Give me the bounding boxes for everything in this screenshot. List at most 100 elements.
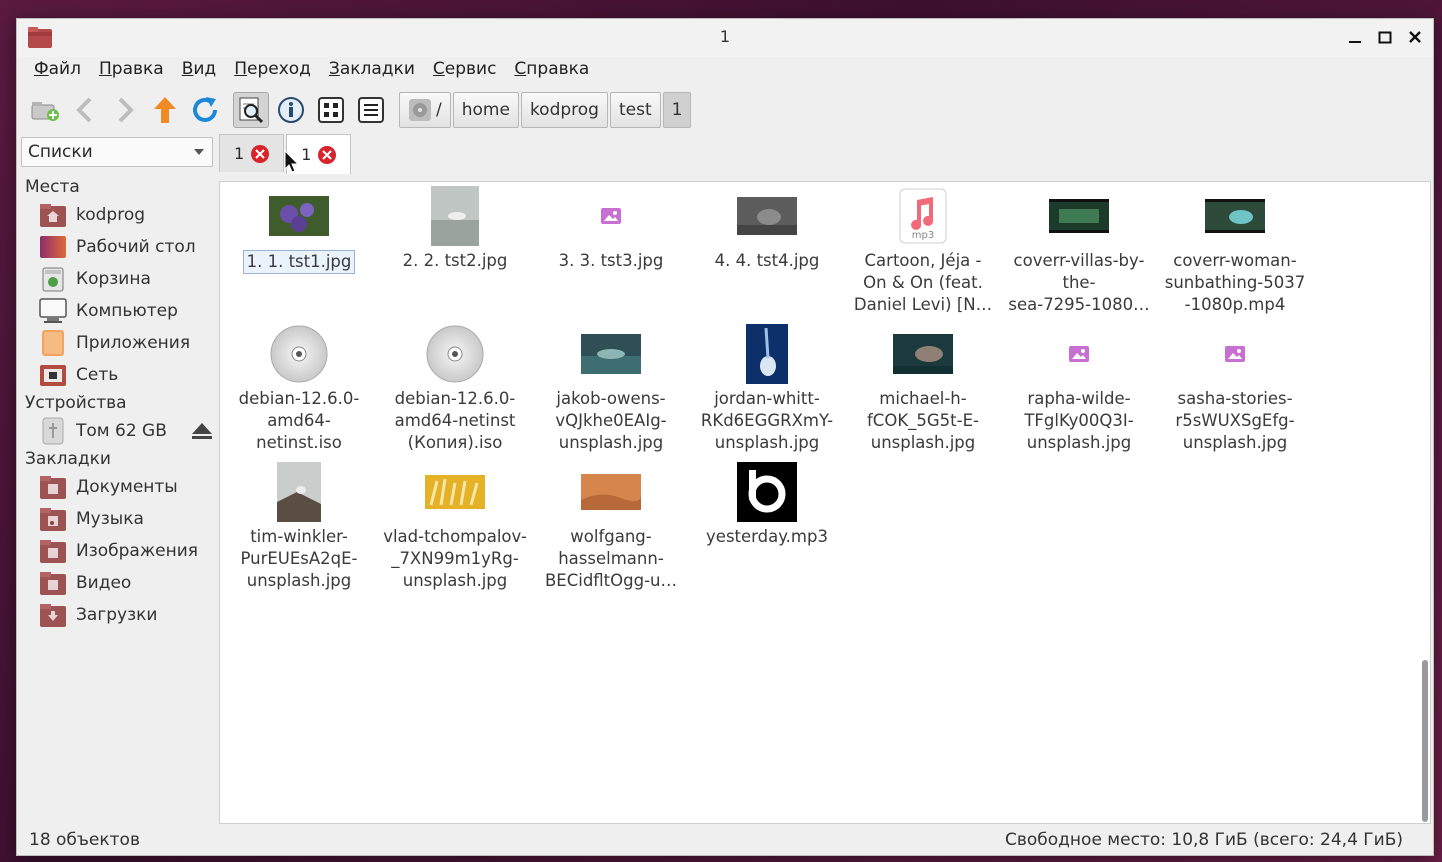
eject-icon[interactable]	[191, 421, 213, 446]
vertical-scrollbar[interactable]	[1422, 660, 1428, 822]
file-name-line: rapha-wilde-	[1027, 389, 1131, 408]
file-item[interactable]: coverr-woman- sunbathing-5037 -1080p.mp4	[1159, 184, 1311, 316]
sidebar-item-downloads[interactable]: Загрузки	[21, 599, 217, 631]
disc-image-icon	[270, 325, 328, 383]
usb-drive-icon	[39, 417, 67, 445]
tab-close-button[interactable]	[318, 145, 337, 164]
minimize-button[interactable]	[1345, 25, 1365, 49]
file-name-line: unsplash.jpg	[558, 433, 664, 452]
file-name: sasha-stories- r5sWUXSgEfg- unsplash.jpg	[1159, 388, 1311, 454]
menu-tools[interactable]: Сервис	[424, 57, 506, 85]
file-name-line: unsplash.jpg	[714, 433, 820, 452]
sidebar-item-label: kodprog	[76, 205, 146, 225]
breadcrumb-kodprog[interactable]: kodprog	[520, 92, 608, 128]
file-name: michael-h- fCOK_5G5t-E- unsplash.jpg	[847, 388, 999, 454]
videos-folder-icon	[39, 569, 67, 597]
close-button[interactable]	[1405, 25, 1425, 49]
file-item[interactable]: 2. 2. tst2.jpg	[379, 184, 531, 272]
image-thumbnail	[746, 324, 788, 384]
file-name-line: BECidfltOgg-u…	[544, 571, 678, 590]
file-item[interactable]: michael-h- fCOK_5G5t-E- unsplash.jpg	[847, 322, 999, 454]
file-item[interactable]: yesterday.mp3	[691, 460, 843, 548]
file-name-line: PurEUEsA2qE-	[240, 549, 358, 568]
maximize-button[interactable]	[1375, 25, 1395, 49]
pictures-folder-icon	[39, 537, 67, 565]
file-item[interactable]: jakob-owens- vQJkhe0EAIg- unsplash.jpg	[535, 322, 687, 454]
reload-button[interactable]	[187, 92, 223, 128]
grid-view-icon	[318, 97, 344, 123]
sidebar-item-documents[interactable]: Документы	[21, 471, 217, 503]
file-manager-window: 1 Файл Правка Вид Переход Закладки Серви…	[16, 18, 1434, 856]
sidebar-item-kodprog[interactable]: kodprog	[21, 199, 217, 231]
menu-edit[interactable]: Правка	[90, 57, 173, 85]
up-button[interactable]	[147, 92, 183, 128]
file-item[interactable]: vlad-tchompalov- _7XN99m1yRg- unsplash.j…	[379, 460, 531, 592]
documents-folder-icon	[39, 473, 67, 501]
menu-go[interactable]: Переход	[225, 57, 320, 85]
menu-bookmarks[interactable]: Закладки	[320, 57, 424, 85]
maximize-icon	[1378, 31, 1392, 44]
file-item[interactable]: rapha-wilde- TFglKy00Q3I- unsplash.jpg	[1003, 322, 1155, 454]
menu-file[interactable]: Файл	[25, 57, 90, 85]
file-item[interactable]: debian-12.6.0- amd64- netinst.iso	[223, 322, 375, 454]
file-item[interactable]: mp3 Cartoon, Jéja - On & On (feat. Danie…	[847, 184, 999, 316]
file-name-line: _7XN99m1yRg-	[391, 549, 519, 568]
breadcrumb-home[interactable]: home	[452, 92, 519, 128]
file-item[interactable]: sasha-stories- r5sWUXSgEfg- unsplash.jpg	[1159, 322, 1311, 454]
video-thumbnail	[1205, 199, 1265, 233]
file-item[interactable]: 4. 4. tst4.jpg	[691, 184, 843, 272]
toolbar: / home kodprog test 1	[17, 89, 1433, 131]
bookmarks-header: Закладки	[25, 449, 111, 469]
sidebar-item-computer[interactable]: Компьютер	[21, 295, 217, 327]
window-title: 1	[719, 27, 731, 46]
file-name: jakob-owens- vQJkhe0EAIg- unsplash.jpg	[535, 388, 687, 454]
menu-view[interactable]: Вид	[173, 57, 225, 85]
breadcrumb-test[interactable]: test	[609, 92, 661, 128]
icon-view-button[interactable]	[313, 92, 349, 128]
sidebar-item-trash[interactable]: Корзина	[21, 263, 217, 295]
sidebar-item-network[interactable]: Сеть	[21, 359, 217, 391]
file-name: wolfgang- hasselmann- BECidfltOgg-u…	[535, 526, 687, 592]
sidebar-item-pictures[interactable]: Изображения	[21, 535, 217, 567]
image-thumbnail	[425, 475, 485, 509]
file-item[interactable]: 3. 3. tst3.jpg	[535, 184, 687, 272]
file-name-line: the-	[1062, 273, 1096, 292]
info-view-button[interactable]	[273, 92, 309, 128]
mp3-badge: mp3	[912, 230, 934, 241]
forward-button[interactable]	[107, 92, 143, 128]
file-item[interactable]: tim-winkler- PurEUEsA2qE- unsplash.jpg	[223, 460, 375, 592]
file-item[interactable]: jordan-whitt- RKd6EGGRXmY- unsplash.jpg	[691, 322, 843, 454]
search-button[interactable]	[233, 92, 269, 128]
file-name-line: fCOK_5G5t-E-	[867, 411, 979, 430]
file-name-line: unsplash.jpg	[1182, 433, 1288, 452]
file-view[interactable]: 1. 1. tst1.jpg 2. 2. tst2.jpg 3. 3. tst3…	[219, 181, 1431, 824]
file-item[interactable]: wolfgang- hasselmann- BECidfltOgg-u…	[535, 460, 687, 592]
file-item[interactable]: 1. 1. tst1.jpg	[223, 184, 375, 274]
tab-label: 1	[301, 145, 312, 164]
sidebar-item-volume[interactable]: Том 62 GB	[21, 415, 217, 447]
disc-image-icon	[426, 325, 484, 383]
menu-help[interactable]: Справка	[505, 57, 598, 85]
file-name-line: sunbathing-5037	[1164, 273, 1306, 292]
sidebar-item-videos[interactable]: Видео	[21, 567, 217, 599]
sidebar-item-applications[interactable]: Приложения	[21, 327, 217, 359]
file-name: Cartoon, Jéja - On & On (feat. Daniel Le…	[847, 250, 999, 316]
list-view-icon	[358, 97, 384, 123]
breadcrumb-current[interactable]: 1	[662, 92, 692, 128]
tab-1[interactable]: 1	[219, 134, 285, 172]
sidebar-item-desktop[interactable]: Рабочий стол	[21, 231, 217, 263]
breadcrumb-root-label: /	[436, 100, 442, 120]
list-view-button[interactable]	[353, 92, 389, 128]
file-item[interactable]: debian-12.6.0- amd64-netinst (Копия).iso	[379, 322, 531, 454]
file-name: rapha-wilde- TFglKy00Q3I- unsplash.jpg	[1003, 388, 1155, 454]
sidebar-item-label: Компьютер	[76, 301, 178, 321]
sidebar-item-label: Том 62 GB	[76, 421, 167, 441]
sidebar-mode-select[interactable]: Списки	[21, 137, 213, 167]
file-item[interactable]: coverr-villas-by- the- sea-7295-1080…	[1003, 184, 1155, 316]
breadcrumb-root[interactable]: /	[399, 92, 451, 128]
titlebar[interactable]: 1	[17, 19, 1433, 57]
back-button[interactable]	[67, 92, 103, 128]
tab-close-button[interactable]	[251, 144, 270, 163]
sidebar-item-music[interactable]: Музыка	[21, 503, 217, 535]
new-tab-button[interactable]	[27, 92, 63, 128]
